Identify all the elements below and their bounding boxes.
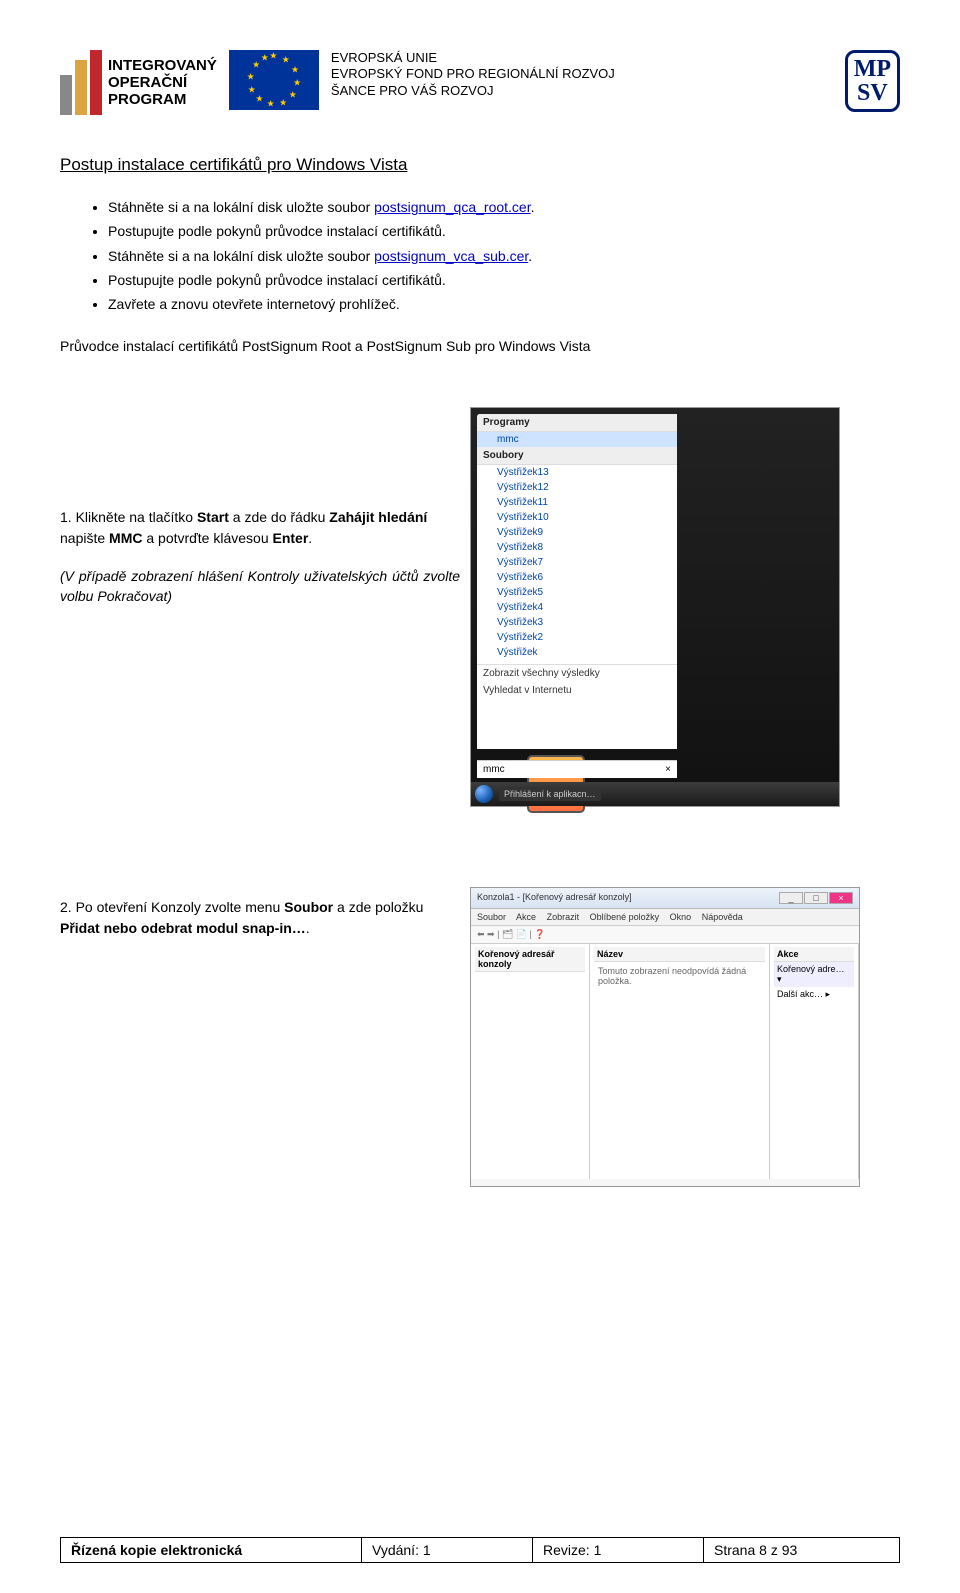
mmc-main-pane: Název Tomuto zobrazení neodpovídá žádná … <box>590 944 770 1179</box>
footer-cell: Strana 8 z 93 <box>704 1538 900 1562</box>
show-all-results: Zobrazit všechny výsledky <box>477 665 677 682</box>
right-item: Dokumenty <box>485 842 627 863</box>
mmc-menubar: Soubor Akce Zobrazit Oblíbené položky Ok… <box>471 909 859 926</box>
link-vca-sub[interactable]: postsignum_vca_sub.cer <box>374 248 528 264</box>
start-left-pane: Programy mmc Soubory Výstřižek13 Výstřiž… <box>477 414 677 749</box>
file-item: Výstřižek2 <box>477 630 677 645</box>
iop-bars-icon <box>60 50 102 115</box>
iop-line: PROGRAM <box>108 91 217 108</box>
actions-sub: Kořenový adre… ▾ <box>774 962 854 987</box>
search-internet: Vyhledat v Internetu <box>477 682 677 699</box>
subtitle: Průvodce instalací certifikátů PostSignu… <box>60 336 900 357</box>
tree-root: Kořenový adresář konzoly <box>475 947 585 972</box>
iop-line: OPERAČNÍ <box>108 74 217 91</box>
menu-item: Akce <box>516 912 536 922</box>
file-item: Výstřižek9 <box>477 525 677 540</box>
iop-text: INTEGROVANÝ OPERAČNÍ PROGRAM <box>108 57 217 109</box>
mmc-title: Konzola1 - [Kořenový adresář konzoly] <box>477 892 632 904</box>
right-item: Admin <box>485 821 627 842</box>
mmc-toolbar: ⬅ ➡ | 🗂 📄 | ❓ <box>471 926 859 944</box>
file-item: Výstřižek7 <box>477 555 677 570</box>
start-search-box: mmc × <box>477 760 677 778</box>
file-item: Výstřižek8 <box>477 540 677 555</box>
clear-icon: × <box>665 764 671 775</box>
file-item: Výstřižek4 <box>477 600 677 615</box>
menu-item: Nápověda <box>702 912 743 922</box>
eu-line: EVROPSKÝ FOND PRO REGIONÁLNÍ ROZVOJ <box>331 66 615 82</box>
link-qca-root[interactable]: postsignum_qca_root.cer <box>374 199 530 215</box>
mmc-titlebar: Konzola1 - [Kořenový adresář konzoly] _□… <box>471 888 859 909</box>
file-item: Výstřižek10 <box>477 510 677 525</box>
file-item: Výstřižek3 <box>477 615 677 630</box>
eu-line: ŠANCE PRO VÁŠ ROZVOJ <box>331 83 615 99</box>
close-icon: × <box>829 892 853 904</box>
result-mmc: mmc <box>477 432 677 447</box>
main-empty-text: Tomuto zobrazení neodpovídá žádná položk… <box>594 962 765 990</box>
bullet-list: Stáhněte si a na lokální disk uložte sou… <box>60 197 900 314</box>
section-files: Soubory <box>477 447 677 465</box>
minimize-icon: _ <box>779 892 803 904</box>
mmc-screenshot: Konzola1 - [Kořenový adresář konzoly] _□… <box>470 887 860 1187</box>
window-buttons: _□× <box>778 892 853 904</box>
eu-flag-icon: ★ ★ ★ ★ ★ ★ ★ ★ ★ ★ ★ ★ <box>229 50 319 110</box>
document-page: INTEGROVANÝ OPERAČNÍ PROGRAM ★ ★ ★ ★ ★ ★… <box>0 0 960 1593</box>
menu-item: Zobrazit <box>547 912 580 922</box>
start-orb-icon <box>475 785 493 803</box>
menu-item: Soubor <box>477 912 506 922</box>
menu-item: Oblíbené položky <box>590 912 660 922</box>
header-logos: INTEGROVANÝ OPERAČNÍ PROGRAM ★ ★ ★ ★ ★ ★… <box>60 50 900 115</box>
step-1: 1. Klikněte na tlačítko Start a zde do ř… <box>60 407 900 807</box>
mpsv-logo: MP SV <box>845 50 900 112</box>
mpsv-line: MP <box>854 57 891 81</box>
step-2: 2. Po otevření Konzoly zvolte menu Soubo… <box>60 887 900 1187</box>
step-1-note: (V případě zobrazení hlášení Kontroly už… <box>60 566 460 607</box>
step-1-text: 1. Klikněte na tlačítko Start a zde do ř… <box>60 507 460 606</box>
mmc-actions-pane: Akce Kořenový adre… ▾ Další akc… ▸ <box>770 944 859 1179</box>
mmc-body: Kořenový adresář konzoly Název Tomuto zo… <box>471 944 859 1179</box>
right-item: Obrázky <box>485 863 627 884</box>
list-item: Postupujte podle pokynů průvodce instala… <box>108 221 900 241</box>
eu-text-block: EVROPSKÁ UNIE EVROPSKÝ FOND PRO REGIONÁL… <box>331 50 615 99</box>
actions-header: Akce <box>774 947 854 962</box>
page-title: Postup instalace certifikátů pro Windows… <box>60 155 900 175</box>
footer-cell: Vydání: 1 <box>362 1538 533 1562</box>
file-item: Výstřižek <box>477 645 677 660</box>
main-col-header: Název <box>594 947 765 962</box>
file-item: Výstřižek12 <box>477 480 677 495</box>
section-programs: Programy <box>477 414 677 432</box>
list-item: Zavřete a znovu otevřete internetový pro… <box>108 294 900 314</box>
file-item: Výstřižek5 <box>477 585 677 600</box>
file-item: Výstřižek6 <box>477 570 677 585</box>
footer-cell: Revize: 1 <box>533 1538 704 1562</box>
start-menu-screenshot: Programy mmc Soubory Výstřižek13 Výstřiž… <box>470 407 840 807</box>
mpsv-line: SV <box>854 81 891 105</box>
footer-table: Řízená kopie elektronická Vydání: 1 Revi… <box>60 1537 900 1563</box>
file-item: Výstřižek11 <box>477 495 677 510</box>
maximize-icon: □ <box>804 892 828 904</box>
eu-line: EVROPSKÁ UNIE <box>331 50 615 66</box>
mmc-tree-pane: Kořenový adresář konzoly <box>471 944 590 1179</box>
search-value: mmc <box>483 764 505 775</box>
actions-item: Další akc… ▸ <box>774 987 854 1002</box>
list-item: Postupujte podle pokynů průvodce instala… <box>108 270 900 290</box>
taskbar: Přihlášení k aplikacn… <box>471 782 839 806</box>
step-2-text: 2. Po otevření Konzoly zvolte menu Soubo… <box>60 897 460 938</box>
iop-logo: INTEGROVANÝ OPERAČNÍ PROGRAM <box>60 50 217 115</box>
list-item: Stáhněte si a na lokální disk uložte sou… <box>108 197 900 217</box>
footer-cell: Řízená kopie elektronická <box>61 1538 362 1562</box>
taskbar-item: Přihlášení k aplikacn… <box>499 787 601 801</box>
iop-line: INTEGROVANÝ <box>108 57 217 74</box>
file-item: Výstřižek13 <box>477 465 677 480</box>
menu-item: Okno <box>670 912 692 922</box>
list-item: Stáhněte si a na lokální disk uložte sou… <box>108 246 900 266</box>
